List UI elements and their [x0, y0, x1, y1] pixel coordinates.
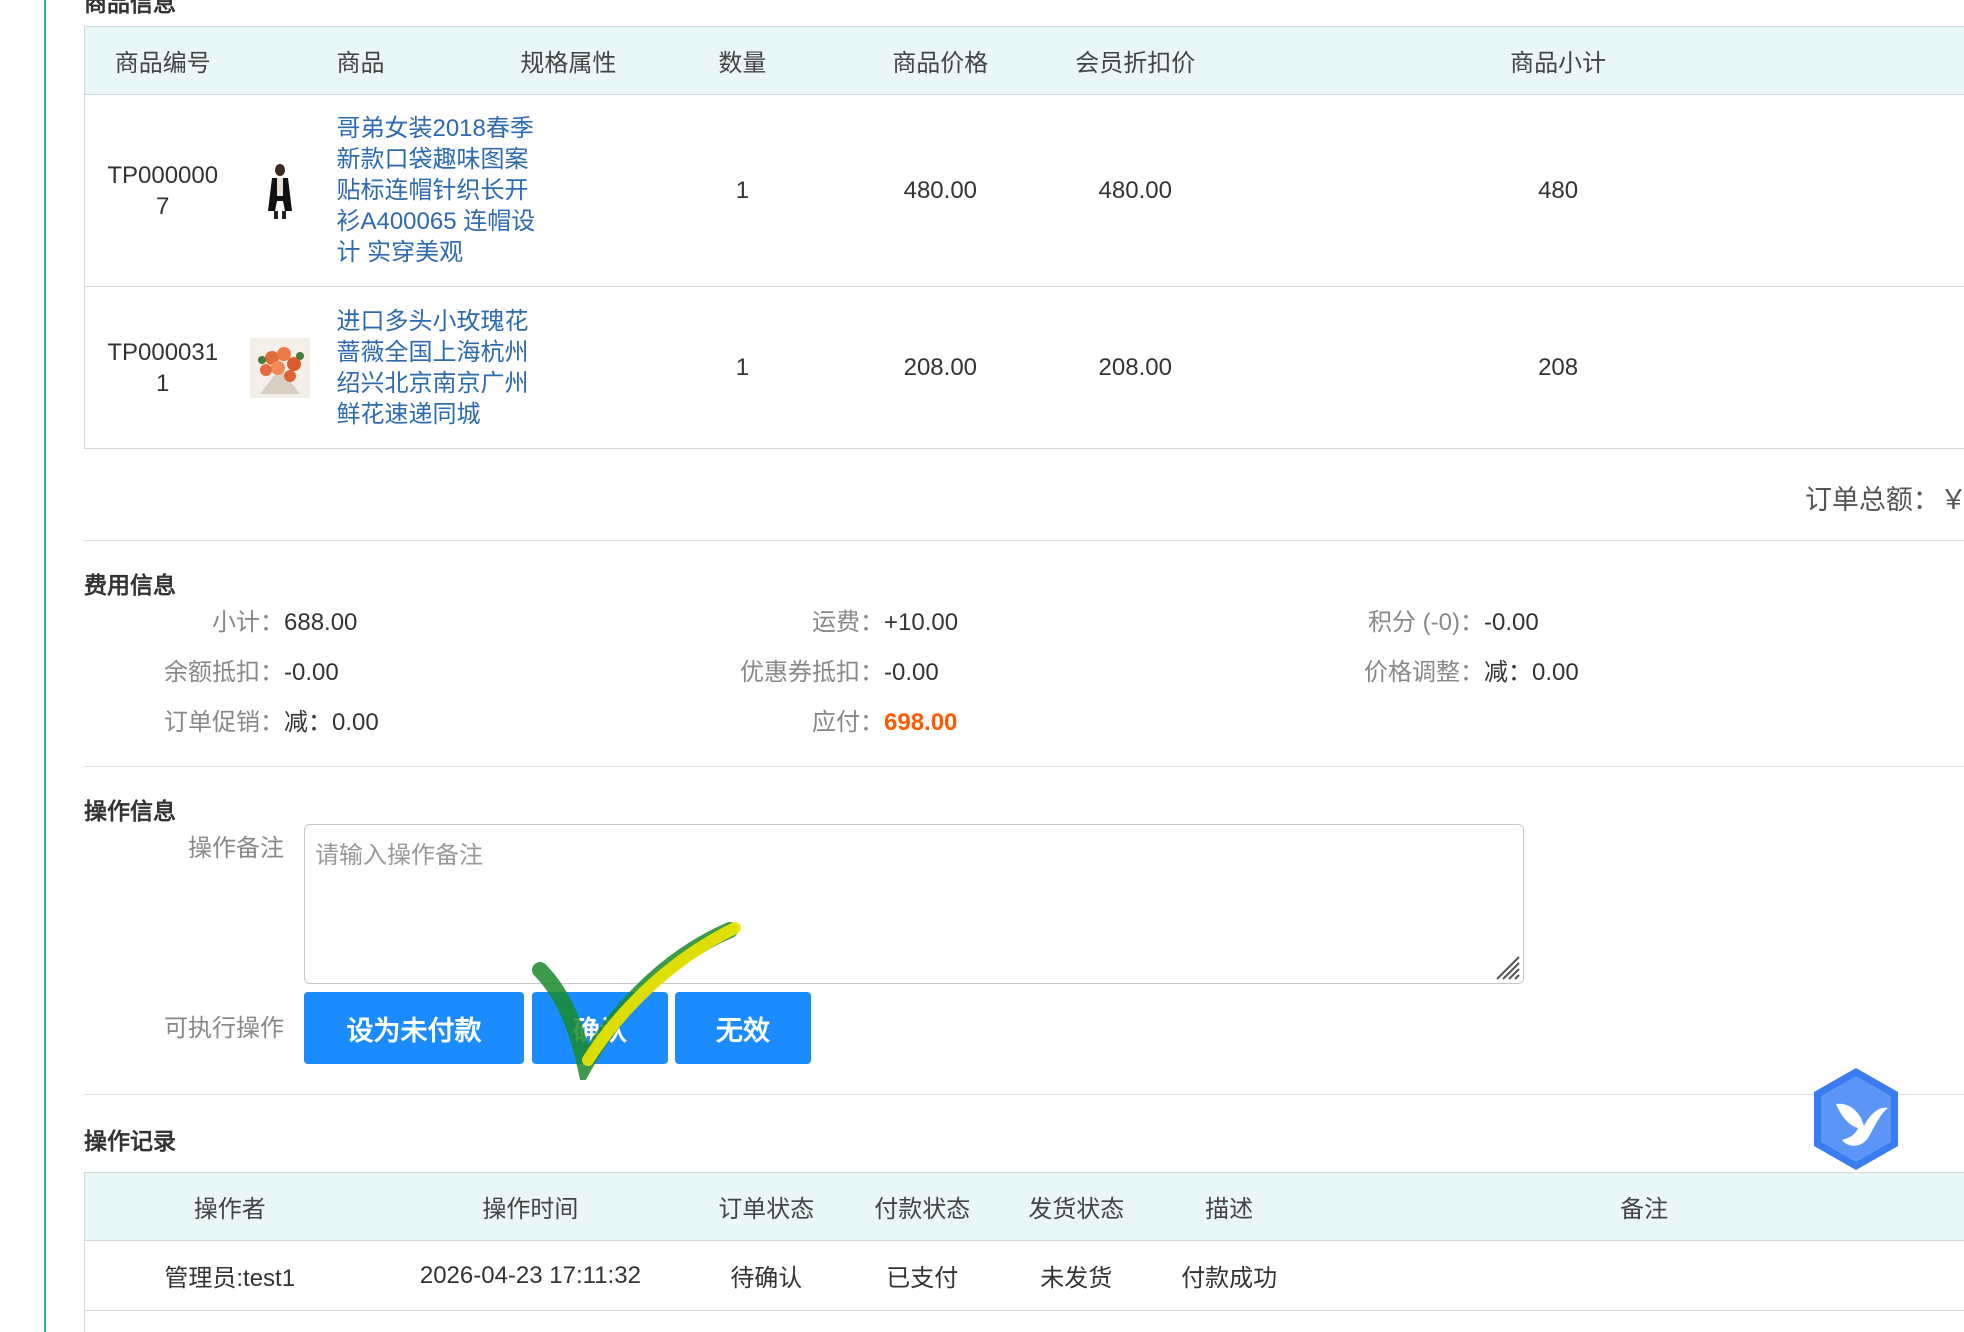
- fee-payable: 应付：698.00: [812, 709, 958, 736]
- product-qty: 1: [656, 286, 829, 449]
- table-row: 管理员:test1 2026-04-23 17:11:32 待确认 已支付 未发…: [84, 1240, 1964, 1311]
- product-cell: 进口多头小玫瑰花蔷薇全国上海杭州绍兴北京南京广州鲜花速递同城: [240, 306, 656, 430]
- table-row: TP000031 1 进口多头小玫瑰花蔷薇全国上海杭州绍兴北京南京广州鲜花速递同…: [84, 286, 1964, 449]
- fee-points: 积分 (-0)：-0.00: [1368, 609, 1539, 636]
- fee-balance: 余额抵扣：-0.00: [164, 659, 339, 686]
- product-member-price: 480.00: [1052, 94, 1219, 287]
- records-table-header: 操作者 操作时间 订单状态 付款状态 发货状态 描述 备注: [84, 1172, 1964, 1241]
- col-header-price: 商品价格: [828, 26, 1053, 95]
- col-header-operator: 操作者: [84, 1172, 375, 1241]
- col-header-order-status: 订单状态: [686, 1172, 847, 1241]
- section-title-records: 操作记录: [84, 1128, 176, 1154]
- records-table: 操作者 操作时间 订单状态 付款状态 发货状态 描述 备注 管理员:test1 …: [84, 1172, 1964, 1332]
- product-name-link[interactable]: 进口多头小玫瑰花蔷薇全国上海杭州绍兴北京南京广州鲜花速递同城: [336, 306, 536, 430]
- fee-coupon: 优惠券抵扣：-0.00: [740, 659, 939, 686]
- fee-row-2: 余额抵扣：-0.00 优惠券抵扣：-0.00 价格调整：减：0.00: [84, 652, 1684, 686]
- col-header-product: 商品: [240, 26, 481, 95]
- table-row: TP000000 7 哥弟女装2018春季新款口袋趣味图案贴标连帽针织长开衫A4…: [84, 94, 1964, 287]
- record-operator: 管理员:test1: [84, 1240, 375, 1311]
- product-cell: 哥弟女装2018春季新款口袋趣味图案贴标连帽针织长开衫A400065 连帽设计 …: [240, 113, 656, 268]
- product-qty: 1: [656, 94, 829, 287]
- fee-shipping: 运费：+10.00: [812, 609, 959, 636]
- order-detail-panel: 商品信息 商品编号 商品 规格属性 数量 商品价格 会员折扣价 商品小计 TP0…: [84, 0, 1964, 1332]
- col-header-spec: 规格属性: [480, 26, 657, 95]
- fee-row-3: 订单促销：减：0.00 应付：698.00: [84, 702, 1684, 736]
- product-member-price: 208.00: [1052, 286, 1219, 449]
- col-header-time: 操作时间: [374, 1172, 687, 1241]
- left-accent-rule: [44, 0, 46, 1332]
- order-total-value: ￥688: [1939, 485, 1964, 515]
- remark-placeholder: 请输入操作备注: [315, 842, 483, 869]
- col-header-desc: 描述: [1154, 1172, 1305, 1241]
- col-header-note: 备注: [1304, 1172, 1964, 1241]
- product-price: 208.00: [828, 286, 1053, 449]
- product-price: 480.00: [828, 94, 1053, 287]
- floating-assistant-bird-icon[interactable]: [1806, 1064, 1906, 1174]
- col-header-member-price: 会员折扣价: [1052, 26, 1219, 95]
- section-title-goods: 商品信息: [84, 0, 176, 16]
- divider: [84, 766, 1964, 767]
- order-total-label: 订单总额：: [1804, 485, 1940, 515]
- record-pay-status: 已支付: [846, 1240, 999, 1311]
- black-coat-thumbnail-icon[interactable]: [250, 160, 311, 221]
- fee-adjust: 价格调整：减：0.00: [1364, 659, 1579, 686]
- section-title-fees: 费用信息: [84, 572, 176, 598]
- product-name-link[interactable]: 哥弟女装2018春季新款口袋趣味图案贴标连帽针织长开衫A400065 连帽设计 …: [336, 113, 536, 268]
- col-header-subtotal: 商品小计: [1218, 26, 1898, 95]
- checkmark-annotation-icon: [532, 922, 741, 1080]
- fee-promo: 订单促销：减：0.00: [164, 709, 379, 736]
- record-order-status: 待确认: [686, 1240, 847, 1311]
- actions-label: 可执行操作: [164, 1015, 284, 1042]
- section-title-operation: 操作信息: [84, 798, 176, 824]
- col-header-pay-status: 付款状态: [846, 1172, 999, 1241]
- remark-label: 操作备注: [188, 835, 284, 862]
- record-desc: 付款成功: [1154, 1240, 1305, 1311]
- record-note: [1304, 1240, 1964, 1311]
- product-subtotal: 480: [1218, 94, 1898, 287]
- record-time: 2026-04-23 17:11:32: [374, 1240, 687, 1311]
- set-unpaid-button[interactable]: 设为未付款: [304, 992, 524, 1064]
- remark-textarea[interactable]: 请输入操作备注: [304, 824, 1524, 984]
- record-ship-status: 未发货: [998, 1240, 1155, 1311]
- product-code: TP000031 1: [84, 286, 241, 449]
- col-header-qty: 数量: [656, 26, 829, 95]
- col-header-ship-status: 发货状态: [998, 1172, 1155, 1241]
- goods-table-header: 商品编号 商品 规格属性 数量 商品价格 会员折扣价 商品小计: [84, 26, 1964, 95]
- order-total: 订单总额：￥688: [1805, 478, 1964, 517]
- fee-subtotal: 小计：688.00: [212, 609, 358, 636]
- resize-grip-icon[interactable]: [1493, 953, 1521, 981]
- table-row: [84, 1310, 1964, 1332]
- product-code: TP000000 7: [84, 94, 241, 287]
- rose-bouquet-thumbnail-icon[interactable]: [250, 337, 311, 398]
- col-header-code: 商品编号: [84, 26, 241, 95]
- fee-row-1: 小计：688.00 运费：+10.00 积分 (-0)：-0.00: [84, 602, 1684, 636]
- divider: [84, 1094, 1964, 1095]
- product-subtotal: 208: [1218, 286, 1898, 449]
- goods-table: 商品编号 商品 规格属性 数量 商品价格 会员折扣价 商品小计 TP000000…: [84, 26, 1964, 449]
- divider: [84, 540, 1964, 541]
